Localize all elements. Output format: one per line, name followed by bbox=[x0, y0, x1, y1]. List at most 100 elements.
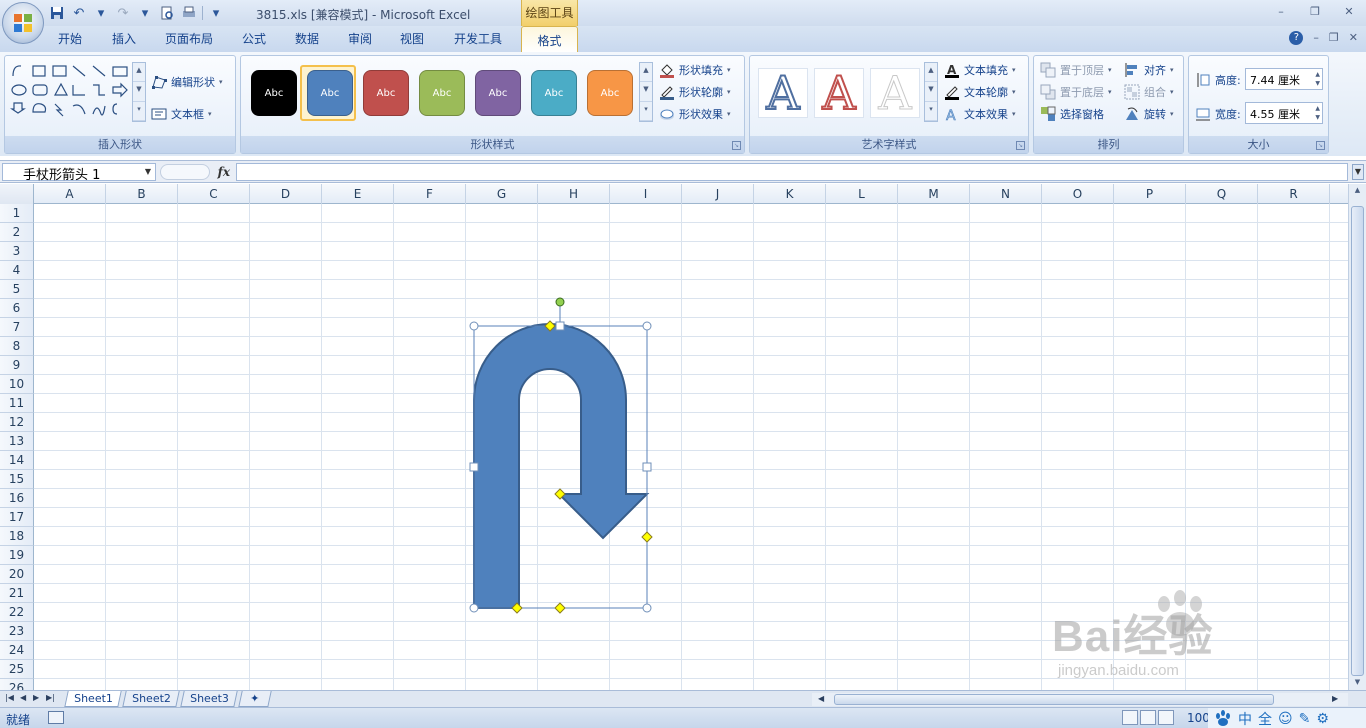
selection-pane-button[interactable]: 选择窗格 bbox=[1040, 106, 1104, 122]
horizontal-scrollbar[interactable]: ◀ ▶ bbox=[812, 693, 1348, 706]
style-swatch-7[interactable]: Abc bbox=[587, 70, 633, 116]
bring-to-front-button[interactable]: 置于顶层 ▾ bbox=[1040, 62, 1112, 78]
resize-handle-bottom-right[interactable] bbox=[642, 603, 652, 613]
ime-fullwidth-mode[interactable]: 全 bbox=[1258, 709, 1272, 728]
undo-dropdown-icon[interactable]: ▾ bbox=[92, 4, 110, 22]
tab-format[interactable]: 格式 bbox=[521, 26, 578, 52]
resize-handle-top-left[interactable] bbox=[469, 321, 479, 331]
shape-fill-button[interactable]: 形状填充 ▾ bbox=[659, 62, 731, 78]
expand-formula-bar-icon[interactable]: ▼ bbox=[1352, 164, 1364, 180]
wordart-style-2[interactable]: A bbox=[814, 65, 864, 121]
save-icon[interactable] bbox=[48, 4, 66, 22]
sheet-tab-1[interactable]: Sheet1 bbox=[64, 691, 122, 707]
tab-view[interactable]: 视图 bbox=[400, 30, 424, 47]
horizontal-scroll-thumb[interactable] bbox=[834, 694, 1274, 705]
restore-button[interactable]: ❐ bbox=[1298, 0, 1332, 22]
send-to-back-button[interactable]: 置于底层 ▾ bbox=[1040, 84, 1112, 100]
text-fill-button[interactable]: A 文本填充 ▾ bbox=[944, 62, 1016, 78]
workbook-close-button[interactable]: ✕ bbox=[1349, 31, 1358, 45]
group-button[interactable]: 组合 ▾ bbox=[1124, 84, 1174, 100]
vertical-scrollbar[interactable]: ▲ ▼ bbox=[1348, 184, 1366, 692]
textbox-button[interactable]: 文本框 ▾ bbox=[151, 106, 212, 122]
customize-qat-icon[interactable]: ▾ bbox=[207, 4, 225, 22]
style-swatch-5[interactable]: Abc bbox=[475, 70, 521, 116]
tab-review[interactable]: 审阅 bbox=[348, 30, 372, 47]
close-button[interactable]: ✕ bbox=[1332, 0, 1366, 22]
undo-icon[interactable]: ↶ bbox=[70, 4, 88, 22]
ime-chinese-mode[interactable]: 中 bbox=[1238, 709, 1252, 728]
rotation-handle[interactable] bbox=[555, 297, 565, 307]
resize-handle-top[interactable] bbox=[555, 321, 565, 331]
tab-insert[interactable]: 插入 bbox=[112, 30, 136, 47]
rotate-button[interactable]: 旋转 ▾ bbox=[1124, 106, 1174, 122]
macro-record-icon[interactable] bbox=[48, 711, 64, 724]
adjust-handle-bottom[interactable] bbox=[554, 602, 566, 614]
print-preview-icon[interactable] bbox=[158, 4, 176, 22]
width-input[interactable]: 4.55 厘米 ▲ ▼ bbox=[1245, 102, 1323, 124]
formula-input[interactable] bbox=[236, 163, 1348, 181]
style-swatch-1[interactable]: Abc bbox=[251, 70, 297, 116]
ime-emoji-icon[interactable]: ☺ bbox=[1278, 711, 1293, 727]
scroll-down-icon[interactable]: ▼ bbox=[1351, 678, 1364, 690]
normal-view-icon[interactable] bbox=[1122, 710, 1138, 725]
adjust-handle-right[interactable] bbox=[641, 531, 653, 543]
style-swatch-4[interactable]: Abc bbox=[419, 70, 465, 116]
shape-gallery-scroll[interactable]: ▲ ▼ ▾ bbox=[132, 62, 146, 122]
scroll-right-icon[interactable]: ▶ bbox=[1332, 694, 1338, 703]
name-box[interactable]: 手杖形箭头 1 ▼ bbox=[2, 163, 156, 183]
text-outline-button[interactable]: 文本轮廓 ▾ bbox=[944, 84, 1016, 100]
page-layout-view-icon[interactable] bbox=[1140, 710, 1156, 725]
shape-outline-button[interactable]: 形状轮廓 ▾ bbox=[659, 84, 731, 100]
width-spinner-icon[interactable]: ▲ ▼ bbox=[1315, 104, 1320, 122]
edit-shape-button[interactable]: 编辑形状 ▾ bbox=[151, 74, 223, 90]
style-swatch-6[interactable]: Abc bbox=[531, 70, 577, 116]
wordart-gallery-scroll[interactable]: ▲ ▼ ▾ bbox=[924, 62, 938, 122]
size-launcher-icon[interactable]: ↘ bbox=[1316, 141, 1325, 150]
style-swatch-3[interactable]: Abc bbox=[363, 70, 409, 116]
tab-formulas[interactable]: 公式 bbox=[242, 30, 266, 47]
insert-sheet-button[interactable]: ✦ bbox=[238, 691, 272, 707]
cane-arrow-shape[interactable] bbox=[469, 297, 653, 614]
tab-data[interactable]: 数据 bbox=[295, 30, 319, 47]
minimize-button[interactable]: – bbox=[1264, 0, 1298, 22]
style-swatch-2[interactable]: Abc bbox=[307, 70, 353, 116]
sheet-tab-3[interactable]: Sheet3 bbox=[180, 691, 238, 707]
text-effects-button[interactable]: A 文本效果 ▾ bbox=[944, 106, 1016, 122]
tab-page-layout[interactable]: 页面布局 bbox=[165, 30, 213, 47]
next-sheet-icon[interactable]: ▶ bbox=[33, 693, 39, 702]
tab-developer[interactable]: 开发工具 bbox=[454, 30, 502, 47]
print-icon[interactable] bbox=[180, 4, 198, 22]
first-sheet-icon[interactable]: |◀ bbox=[5, 693, 14, 702]
height-spinner-icon[interactable]: ▲ ▼ bbox=[1315, 70, 1320, 88]
redo-icon[interactable]: ↷ bbox=[114, 4, 132, 22]
scroll-left-icon[interactable]: ◀ bbox=[818, 694, 824, 703]
resize-handle-left[interactable] bbox=[469, 462, 479, 472]
last-sheet-icon[interactable]: ▶| bbox=[46, 693, 55, 702]
scroll-up-icon[interactable]: ▲ bbox=[1351, 186, 1364, 198]
insert-function-button[interactable]: fx bbox=[160, 163, 234, 181]
vertical-scroll-thumb[interactable] bbox=[1351, 206, 1364, 676]
style-gallery-scroll[interactable]: ▲ ▼ ▾ bbox=[639, 62, 653, 122]
prev-sheet-icon[interactable]: ◀ bbox=[20, 693, 26, 702]
height-input[interactable]: 7.44 厘米 ▲ ▼ bbox=[1245, 68, 1323, 90]
resize-handle-bottom-left[interactable] bbox=[469, 603, 479, 613]
wordart-style-1[interactable]: A bbox=[758, 65, 808, 121]
resize-handle-top-right[interactable] bbox=[642, 321, 652, 331]
redo-dropdown-icon[interactable]: ▾ bbox=[136, 4, 154, 22]
name-box-dropdown-icon[interactable]: ▼ bbox=[145, 167, 151, 176]
page-break-view-icon[interactable] bbox=[1158, 710, 1174, 725]
help-icon[interactable]: ? bbox=[1289, 31, 1304, 45]
align-button[interactable]: 对齐 ▾ bbox=[1124, 62, 1174, 78]
ime-pen-icon[interactable]: ✎ bbox=[1299, 711, 1311, 727]
shape-styles-launcher-icon[interactable]: ↘ bbox=[732, 141, 741, 150]
office-button[interactable] bbox=[2, 2, 44, 44]
wordart-style-3[interactable]: A bbox=[870, 66, 920, 121]
shape-effects-button[interactable]: 形状效果 ▾ bbox=[659, 106, 731, 122]
ime-settings-icon[interactable]: ⚙ bbox=[1316, 711, 1329, 727]
tab-home[interactable]: 开始 bbox=[58, 30, 82, 47]
sheet-tab-2[interactable]: Sheet2 bbox=[122, 691, 180, 707]
wordart-launcher-icon[interactable]: ↘ bbox=[1016, 141, 1025, 150]
cane-arrow-body[interactable] bbox=[473, 323, 650, 609]
shape-gallery[interactable] bbox=[9, 62, 139, 124]
workbook-minimize-button[interactable]: – bbox=[1313, 31, 1319, 45]
